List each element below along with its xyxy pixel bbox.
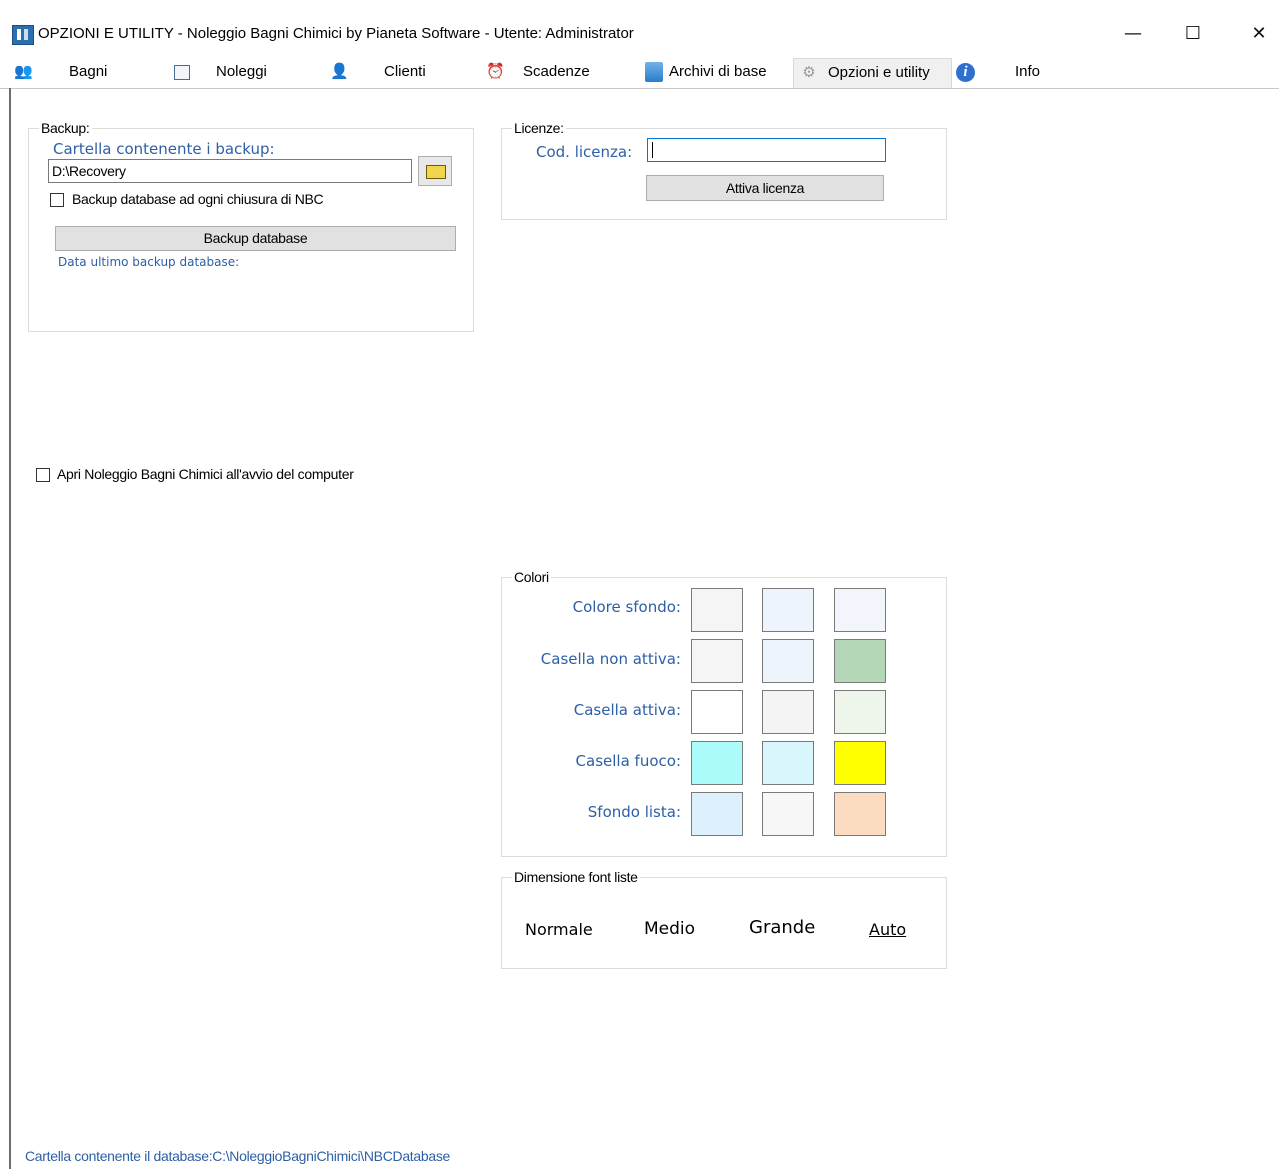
list-background-swatch-2[interactable] [762, 792, 814, 836]
gear-icon: ⚙ [802, 64, 816, 81]
menu-item-label: Info [1015, 63, 1041, 80]
license-code-input[interactable] [647, 138, 886, 162]
menu-item-label: Noleggi [216, 63, 267, 80]
menu-item-label: Opzioni e utility [828, 64, 930, 81]
focus-field-swatch-2[interactable] [762, 741, 814, 785]
list-background-label: Sfondo lista: [587, 803, 681, 821]
startup-checkbox[interactable] [36, 468, 50, 482]
list-background-swatch-1[interactable] [691, 792, 743, 836]
startup-label: Apri Noleggio Bagni Chimici all'avvio de… [57, 466, 354, 482]
colors-group: Colori Colore sfondo: Casella non attiva… [501, 569, 947, 857]
alarm-clock-icon: ⏰ [486, 63, 505, 80]
font-size-group: Dimensione font liste Normale Medio Gran… [501, 869, 947, 969]
menu-item-clienti[interactable]: 👤 Clienti [330, 58, 450, 87]
menu-item-label: Archivi di base [669, 63, 767, 80]
people-icon: 👥 [14, 63, 33, 80]
backup-group-title: Backup: [39, 120, 92, 136]
backup-group: Backup: Cartella contenente i backup: D:… [28, 120, 474, 332]
focus-field-label: Casella fuoco: [575, 752, 681, 770]
backup-on-close-label: Backup database ad ogni chiusura di NBC [72, 191, 324, 207]
last-backup-label: Data ultimo backup database: [58, 255, 240, 269]
activate-license-button[interactable]: Attiva licenza [646, 175, 884, 201]
menu-item-opzioni-e-utility[interactable]: ⚙ Opzioni e utility [793, 58, 952, 88]
background-color-swatch-2[interactable] [762, 588, 814, 632]
background-color-swatch-1[interactable] [691, 588, 743, 632]
backup-on-close-checkbox[interactable] [50, 193, 64, 207]
font-option-auto[interactable]: Auto [869, 920, 906, 939]
contact-card-icon: 👤 [330, 63, 349, 80]
background-color-label: Colore sfondo: [572, 598, 681, 616]
inactive-field-label: Casella non attiva: [540, 650, 681, 668]
list-icon [174, 65, 190, 80]
menu-item-info[interactable]: i Info [956, 58, 1066, 87]
database-path-label: Cartella contenente il database:C:\Noleg… [25, 1148, 451, 1164]
menu-item-label: Clienti [384, 63, 426, 80]
maximize-button[interactable]: ☐ [1170, 18, 1216, 50]
font-option-grande[interactable]: Grande [749, 917, 815, 938]
license-group: Licenze: Cod. licenza: Attiva licenza [501, 120, 947, 220]
focus-field-swatch-1[interactable] [691, 741, 743, 785]
menu-item-bagni[interactable]: 👥 Bagni [14, 58, 124, 87]
license-code-label: Cod. licenza: [536, 143, 633, 161]
focus-field-swatch-3[interactable] [834, 741, 886, 785]
font-option-medio[interactable]: Medio [644, 919, 695, 939]
inactive-field-swatch-2[interactable] [762, 639, 814, 683]
background-color-swatch-3[interactable] [834, 588, 886, 632]
menu-item-label: Bagni [69, 63, 108, 80]
minimize-button[interactable]: — [1110, 18, 1156, 50]
active-field-swatch-3[interactable] [834, 690, 886, 734]
backup-database-button[interactable]: Backup database [55, 226, 456, 251]
font-option-normale[interactable]: Normale [525, 920, 593, 939]
active-field-swatch-1[interactable] [691, 690, 743, 734]
folder-icon [426, 165, 446, 179]
browse-folder-button[interactable] [418, 156, 452, 186]
menu-item-scadenze[interactable]: ⏰ Scadenze [486, 58, 616, 87]
menu-bar: 👥 Bagni Noleggi 👤 Clienti ⏰ Scadenze Arc… [0, 58, 1279, 89]
backup-folder-input[interactable]: D:\Recovery [48, 159, 412, 183]
window-title: OPZIONI E UTILITY - Noleggio Bagni Chimi… [38, 25, 634, 42]
database-icon [645, 62, 663, 82]
menu-item-archivi-di-base[interactable]: Archivi di base [645, 58, 787, 87]
colors-group-title: Colori [512, 569, 551, 585]
app-icon [12, 25, 34, 45]
license-group-title: Licenze: [512, 120, 566, 136]
active-field-swatch-2[interactable] [762, 690, 814, 734]
inactive-field-swatch-1[interactable] [691, 639, 743, 683]
info-icon: i [956, 63, 975, 82]
close-button[interactable]: ✕ [1236, 18, 1279, 50]
window-left-border [9, 88, 11, 1169]
menu-item-noleggi[interactable]: Noleggi [172, 58, 292, 87]
active-field-label: Casella attiva: [573, 701, 681, 719]
backup-folder-label: Cartella contenente i backup: [53, 140, 275, 158]
font-size-group-title: Dimensione font liste [512, 869, 640, 885]
title-bar: OPZIONI E UTILITY - Noleggio Bagni Chimi… [0, 0, 1279, 58]
text-cursor [652, 142, 653, 158]
inactive-field-swatch-3[interactable] [834, 639, 886, 683]
menu-item-label: Scadenze [523, 63, 590, 80]
list-background-swatch-3[interactable] [834, 792, 886, 836]
